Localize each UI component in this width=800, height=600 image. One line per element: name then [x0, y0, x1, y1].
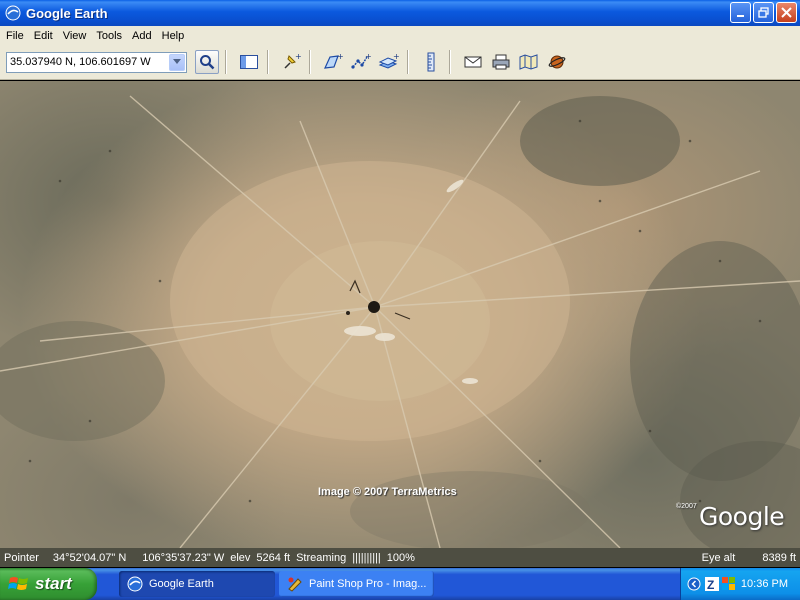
ruler-button[interactable]: [419, 50, 443, 74]
add-image-overlay-button[interactable]: +: [377, 50, 401, 74]
minimize-icon: [736, 14, 744, 17]
image-overlay-icon: +: [378, 52, 400, 69]
eye-altitude: Eye alt 8389 ft: [702, 552, 796, 564]
toolbar-separator: [309, 50, 311, 74]
path-icon: +: [351, 52, 372, 69]
close-icon: [781, 7, 792, 18]
menu-file[interactable]: File: [2, 30, 30, 42]
location-dropdown-button[interactable]: [169, 53, 185, 71]
satellite-imagery: [0, 95, 800, 548]
google-earth-icon: [5, 5, 21, 21]
minimize-button[interactable]: [730, 2, 751, 23]
email-button[interactable]: [461, 50, 485, 74]
toolbar-separator: [407, 50, 409, 74]
eye-alt-value: 8389 ft: [762, 551, 796, 564]
close-button[interactable]: [776, 2, 797, 23]
menu-help[interactable]: Help: [158, 30, 191, 42]
email-icon: [464, 56, 482, 68]
svg-text:+: +: [365, 52, 372, 61]
logo-copyright: ©2007: [676, 503, 697, 510]
imagery-attribution: Image © 2007 TerraMetrics: [318, 486, 457, 498]
taskbar-item-google-earth[interactable]: Google Earth: [119, 571, 275, 597]
streaming-percent: 100%: [386, 551, 415, 564]
eye-alt-label: Eye alt: [701, 551, 736, 564]
windows-logo-icon: [8, 577, 28, 590]
toolbar-separator: [225, 50, 227, 74]
sidebar-icon: [240, 55, 258, 69]
add-polygon-button[interactable]: +: [321, 50, 345, 74]
tray-expand-icon[interactable]: [687, 577, 701, 591]
map-icon: [519, 54, 538, 70]
google-logo: Google: [699, 502, 785, 531]
search-icon: [200, 55, 215, 70]
polygon-icon: +: [324, 52, 344, 69]
toolbar-separator: [449, 50, 451, 74]
add-placemark-button[interactable]: +: [279, 50, 303, 74]
streaming-progress: ||||||||||: [352, 551, 381, 564]
windows-flag-icon[interactable]: [722, 577, 736, 591]
pointer-latitude: 34°52'04.07" N: [52, 551, 127, 564]
printer-icon: [492, 54, 510, 70]
svg-text:+: +: [393, 52, 400, 61]
location-combobox[interactable]: [6, 51, 187, 73]
paint-shop-pro-icon: [288, 577, 302, 592]
menu-edit[interactable]: Edit: [30, 30, 59, 42]
add-path-button[interactable]: +: [349, 50, 373, 74]
view-in-maps-button[interactable]: [517, 50, 541, 74]
zonealarm-icon[interactable]: Z: [705, 577, 719, 591]
restore-icon: [758, 7, 769, 18]
start-label: start: [35, 574, 72, 593]
google-earth-icon: [127, 576, 143, 592]
chevron-down-icon: [173, 59, 181, 64]
svg-text:+: +: [337, 52, 344, 61]
taskbar-item-label: Paint Shop Pro - Imag...: [309, 578, 427, 590]
toolbar-separator: [267, 50, 269, 74]
window-title: Google Earth: [26, 5, 108, 21]
ruler-icon: [427, 52, 435, 72]
clock: 10:36 PM: [740, 578, 788, 590]
restore-button[interactable]: [753, 2, 774, 23]
pointer-longitude: 106°35'37.23" W: [142, 551, 225, 564]
menu-view[interactable]: View: [59, 30, 93, 42]
taskbar: start Google Earth Paint Shop Pro - Imag…: [0, 568, 800, 600]
search-button[interactable]: [195, 50, 219, 74]
system-tray: Z 10:36 PM: [680, 568, 800, 600]
start-button[interactable]: start: [0, 568, 97, 600]
taskbar-item-paint-shop-pro[interactable]: Paint Shop Pro - Imag...: [279, 571, 434, 597]
toolbar: + + + +: [0, 45, 800, 80]
menu-add[interactable]: Add: [128, 30, 158, 42]
svg-text:+: +: [295, 52, 301, 61]
print-button[interactable]: [489, 50, 513, 74]
title-bar: Google Earth: [0, 0, 800, 26]
pointer-label: Pointer: [4, 551, 39, 564]
planet-icon: [548, 55, 566, 69]
sidebar-toggle-button[interactable]: [237, 50, 261, 74]
menu-bar: File Edit View Tools Add Help: [0, 26, 800, 45]
sky-button[interactable]: [545, 50, 569, 74]
earth-view[interactable]: Image © 2007 TerraMetrics ©2007 Google: [0, 81, 800, 548]
location-input[interactable]: [7, 56, 167, 68]
elevation-value: 5264 ft: [256, 551, 291, 564]
svg-text:Z: Z: [707, 578, 714, 591]
streaming-label: Streaming: [296, 551, 347, 564]
elevation-label: elev: [230, 551, 251, 564]
menu-tools[interactable]: Tools: [92, 30, 128, 42]
status-bar: Pointer 34°52'04.07" N 106°35'37.23" W e…: [0, 548, 800, 567]
taskbar-item-label: Google Earth: [149, 578, 214, 590]
window-controls: [730, 2, 797, 23]
pushpin-icon: +: [284, 52, 301, 69]
